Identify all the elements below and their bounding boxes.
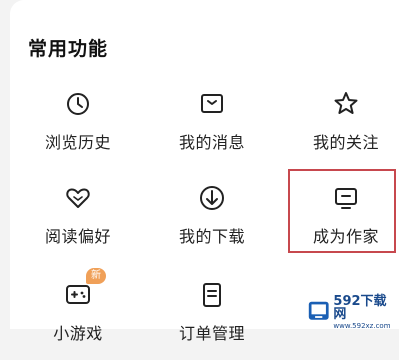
item-label: 我的下载 (178, 227, 245, 246)
item-reading-preferences[interactable]: 阅读偏好 (18, 183, 138, 263)
item-browse-history[interactable]: 浏览历史 (18, 89, 138, 169)
item-label: 订单管理 (178, 324, 245, 343)
download-icon (197, 183, 227, 213)
item-label: 小游戏 (53, 324, 103, 343)
item-label: 我的消息 (178, 133, 245, 152)
section-title: 常用功能 (28, 38, 109, 60)
clock-icon (63, 89, 93, 119)
item-order-management[interactable]: 订单管理 (152, 280, 272, 360)
watermark-name: 592下载网 (333, 293, 387, 322)
item-label: 阅读偏好 (44, 227, 111, 246)
watermark-url: www.592xz.com (333, 321, 391, 330)
item-label: 浏览历史 (44, 133, 111, 152)
item-my-messages[interactable]: 我的消息 (152, 89, 272, 169)
highlight-frame (288, 169, 396, 253)
inbox-icon (197, 89, 227, 119)
new-badge: 新 (86, 268, 106, 284)
document-icon (197, 280, 227, 310)
watermark-logo-icon (307, 299, 330, 325)
item-mini-games[interactable]: 小游戏 (18, 280, 138, 360)
gamepad-icon (63, 280, 93, 310)
heart-icon (63, 183, 93, 213)
watermark: 592下载网 www.592xz.com (307, 293, 393, 330)
item-my-follows[interactable]: 我的关注 (286, 89, 399, 169)
item-label: 我的关注 (312, 133, 379, 152)
star-icon (331, 89, 361, 119)
item-my-downloads[interactable]: 我的下载 (152, 183, 272, 263)
